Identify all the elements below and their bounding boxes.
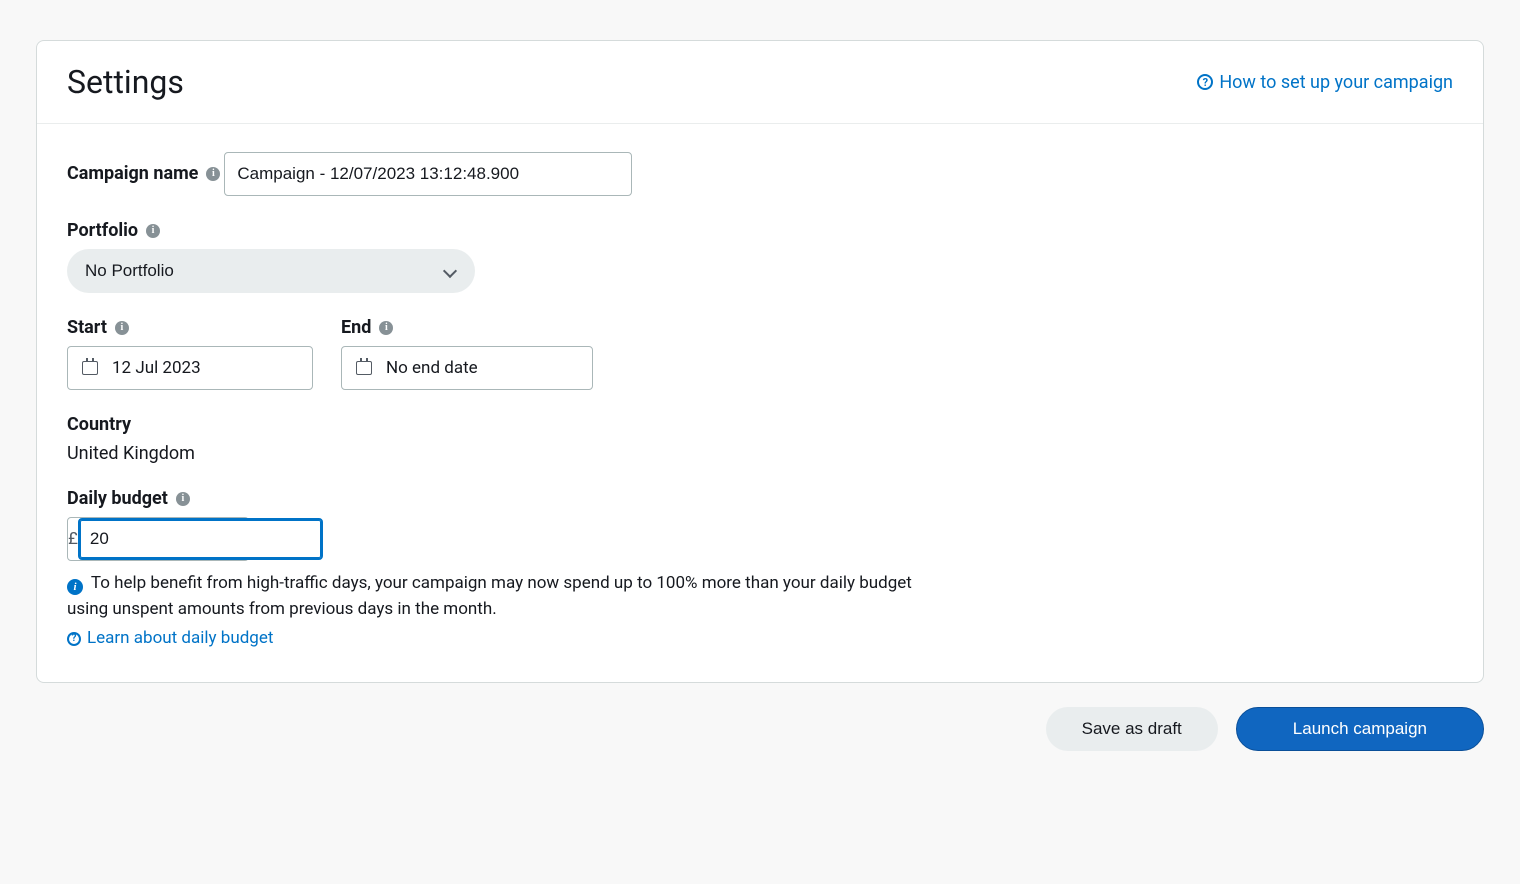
page-title: Settings <box>67 63 184 101</box>
date-range-row: Start 12 Jul 2023 End No end date <box>67 317 1453 390</box>
portfolio-selected-value: No Portfolio <box>85 261 174 281</box>
info-icon[interactable] <box>115 321 129 335</box>
action-bar: Save as draft Launch campaign <box>36 683 1484 791</box>
campaign-name-input[interactable] <box>224 152 632 196</box>
start-label: Start <box>67 317 129 338</box>
learn-link-text: Learn about daily budget <box>87 626 273 652</box>
help-icon: ? <box>67 632 81 646</box>
card-header: Settings ? How to set up your campaign <box>37 41 1483 124</box>
end-date-input[interactable]: No end date <box>341 346 593 390</box>
end-date-value: No end date <box>386 358 478 378</box>
start-date-value: 12 Jul 2023 <box>112 358 201 378</box>
calendar-icon <box>82 361 98 375</box>
info-icon[interactable] <box>146 224 160 238</box>
how-to-setup-link[interactable]: ? How to set up your campaign <box>1197 72 1453 93</box>
chevron-down-icon <box>443 264 457 278</box>
start-date-field: Start 12 Jul 2023 <box>67 317 313 390</box>
budget-label: Daily budget <box>67 488 190 509</box>
country-value: United Kingdom <box>67 443 1453 464</box>
learn-budget-link[interactable]: ? Learn about daily budget <box>67 626 273 652</box>
campaign-name-field: Campaign name <box>67 152 1453 196</box>
end-date-field: End No end date <box>341 317 593 390</box>
start-date-input[interactable]: 12 Jul 2023 <box>67 346 313 390</box>
daily-budget-input[interactable] <box>78 518 323 560</box>
budget-info-text: To help benefit from high-traffic days, … <box>67 573 912 619</box>
settings-card: Settings ? How to set up your campaign C… <box>36 40 1484 683</box>
calendar-icon <box>356 361 372 375</box>
portfolio-label: Portfolio <box>67 220 160 241</box>
daily-budget-field: Daily budget £ To help benefit from high… <box>67 488 1453 652</box>
help-icon: ? <box>1197 74 1213 90</box>
country-label: Country <box>67 414 131 435</box>
budget-input-group: £ <box>67 517 249 561</box>
end-label: End <box>341 317 393 338</box>
budget-info-block: To help benefit from high-traffic days, … <box>67 571 917 652</box>
country-field: Country United Kingdom <box>67 414 1453 464</box>
card-body: Campaign name Portfolio No Portfolio Sta… <box>37 124 1483 682</box>
info-solid-icon <box>67 579 83 595</box>
info-icon[interactable] <box>379 321 393 335</box>
currency-symbol: £ <box>68 518 78 560</box>
save-draft-button[interactable]: Save as draft <box>1046 707 1218 751</box>
info-icon[interactable] <box>206 167 220 181</box>
info-icon[interactable] <box>176 492 190 506</box>
portfolio-select[interactable]: No Portfolio <box>67 249 475 293</box>
portfolio-field: Portfolio No Portfolio <box>67 220 1453 293</box>
campaign-name-label: Campaign name <box>67 163 220 184</box>
launch-campaign-button[interactable]: Launch campaign <box>1236 707 1484 751</box>
help-link-text: How to set up your campaign <box>1219 72 1453 93</box>
